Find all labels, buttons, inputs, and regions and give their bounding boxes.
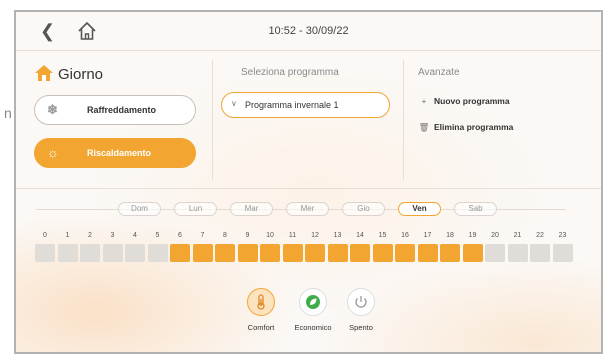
hour-slot[interactable]	[237, 244, 258, 262]
day-gio[interactable]: Gio	[342, 202, 385, 216]
off-label: Spento	[349, 323, 373, 332]
hour-slot[interactable]	[260, 244, 280, 262]
hour-label: 9	[245, 232, 250, 239]
delete-program-label: Elimina programma	[434, 122, 514, 132]
hour-label: 23	[558, 232, 567, 239]
side-fragment-text: n	[4, 105, 12, 121]
hour-label: 12	[311, 232, 319, 239]
hour-slot[interactable]	[282, 244, 303, 262]
day-dom[interactable]: Dom	[118, 202, 161, 216]
hour-slot[interactable]	[417, 244, 438, 262]
hour-label: 4	[133, 232, 137, 239]
hour-slot[interactable]	[350, 244, 370, 262]
hour-slot[interactable]	[57, 244, 78, 262]
hour-slot[interactable]	[80, 244, 100, 262]
hour-slot[interactable]	[35, 244, 55, 262]
sun-icon: ☼	[47, 145, 59, 160]
section-divider	[16, 188, 601, 189]
hour-label: 2	[88, 232, 92, 239]
header-divider	[16, 50, 601, 51]
hour-slot[interactable]	[170, 244, 190, 262]
hour-label: 11	[288, 232, 297, 239]
header-bar: ❮ 10:52 - 30/09/22	[16, 12, 601, 50]
column-divider	[212, 60, 213, 180]
hour-slot[interactable]	[462, 244, 483, 262]
new-program-label: Nuovo programma	[434, 96, 510, 106]
hour-label: 13	[333, 232, 342, 239]
hour-label: 20	[491, 232, 499, 239]
datetime-display: 10:52 - 30/09/22	[268, 25, 349, 37]
hour-label: 3	[110, 232, 115, 239]
hour-label: 16	[401, 232, 409, 239]
hour-label: 22	[536, 232, 544, 239]
hour-slot[interactable]	[552, 244, 573, 262]
column-divider	[403, 60, 404, 180]
hour-label: 1	[65, 232, 70, 239]
program-select[interactable]: ∨ Programma invernale 1	[221, 92, 390, 118]
comfort-label: Comfort	[247, 323, 275, 332]
hour-slot[interactable]	[440, 244, 460, 262]
hour-slot[interactable]	[147, 244, 168, 262]
hour-label: 14	[356, 232, 364, 239]
chevron-down-icon: ∨	[231, 99, 237, 108]
hour-label: 19	[468, 232, 477, 239]
thermostat-panel: ❮ 10:52 - 30/09/22 Giorno ❄ Raffreddamen…	[14, 10, 603, 354]
hour-slot[interactable]	[507, 244, 528, 262]
hour-slot[interactable]	[372, 244, 393, 262]
delete-program-button[interactable]: 🗑 Elimina programma	[418, 122, 514, 133]
hour-slot[interactable]	[485, 244, 505, 262]
eco-mode-button[interactable]	[299, 288, 327, 316]
day-mer[interactable]: Mer	[286, 202, 329, 216]
hour-slot[interactable]	[530, 244, 550, 262]
hour-label: 8	[223, 232, 227, 239]
day-sab[interactable]: Sab	[454, 202, 497, 216]
home-filled-icon	[35, 65, 53, 81]
program-section-title: Seleziona programma	[241, 67, 339, 78]
plus-icon: +	[421, 96, 427, 106]
snowflake-icon: ❄	[47, 102, 58, 117]
mode-title: Giorno	[34, 64, 103, 83]
cooling-button[interactable]: ❄ Raffreddamento	[34, 95, 196, 125]
power-icon	[355, 296, 367, 308]
hour-label: 21	[513, 232, 522, 239]
hour-label: 5	[155, 232, 160, 239]
trash-icon: 🗑	[418, 122, 430, 132]
hour-slot[interactable]	[192, 244, 213, 262]
hour-label: 15	[378, 232, 387, 239]
hour-slot[interactable]	[125, 244, 145, 262]
eco-label: Economico	[294, 323, 332, 332]
hour-slot[interactable]	[215, 244, 235, 262]
hour-label: 0	[43, 232, 47, 239]
program-select-value: Programma invernale 1	[245, 100, 339, 110]
leaf-icon	[306, 295, 320, 309]
day-mar[interactable]: Mar	[230, 202, 273, 216]
advanced-section-title: Avanzate	[418, 67, 460, 78]
hour-slot[interactable]	[102, 244, 123, 262]
day-selector: Dom Lun Mar Mer Gio Ven Sab	[16, 202, 601, 218]
hour-label: 18	[446, 232, 454, 239]
hour-slot[interactable]	[327, 244, 348, 262]
hour-slot[interactable]	[395, 244, 415, 262]
cooling-label: Raffreddamento	[87, 105, 157, 115]
thermometer-icon	[257, 294, 265, 310]
heating-label: Riscaldamento	[87, 148, 152, 158]
hour-label: 17	[423, 232, 432, 239]
heating-button[interactable]: ☼ Riscaldamento	[34, 138, 196, 168]
hour-label: 10	[266, 232, 274, 239]
hour-label: 7	[200, 232, 205, 239]
day-ven[interactable]: Ven	[398, 202, 441, 216]
new-program-button[interactable]: + Nuovo programma	[418, 96, 510, 106]
hour-slot[interactable]	[305, 244, 325, 262]
off-mode-button[interactable]	[347, 288, 375, 316]
hour-label: 6	[178, 232, 182, 239]
day-lun[interactable]: Lun	[174, 202, 217, 216]
comfort-mode-button[interactable]	[247, 288, 275, 316]
mode-title-label: Giorno	[58, 66, 104, 83]
